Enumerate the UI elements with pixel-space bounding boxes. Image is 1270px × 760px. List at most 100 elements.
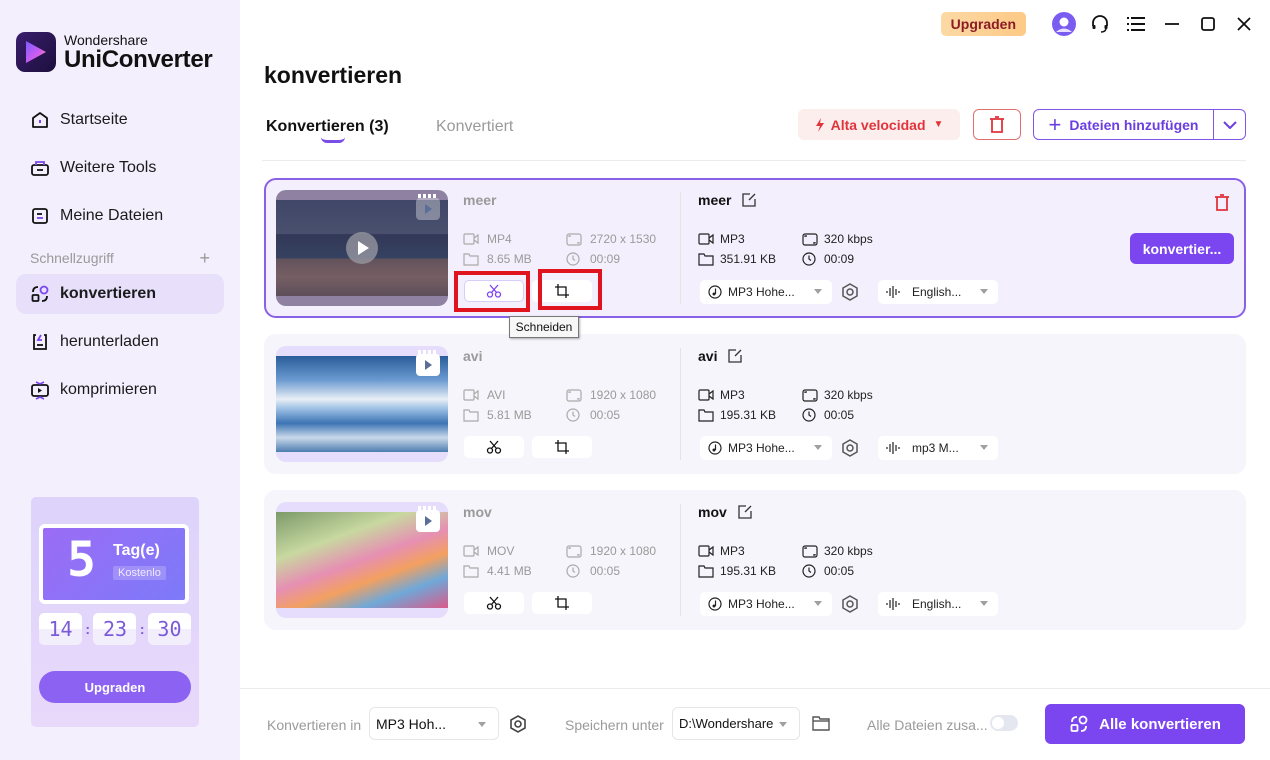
video-thumbnail[interactable] [276, 346, 448, 462]
page-title: konvertieren [264, 62, 403, 88]
rename-edit-icon[interactable] [741, 192, 757, 208]
file-card[interactable]: avi AVI 5.81 MB 1920 x 1080 00:05 avi MP… [264, 334, 1246, 474]
remove-file-trash-icon[interactable] [1214, 194, 1230, 217]
sidebar-item-my-files[interactable]: Meine Dateien [16, 196, 224, 236]
output-bitrate: 320 kbps [802, 544, 873, 558]
toolbox-icon [30, 158, 50, 178]
output-duration: 00:05 [802, 564, 854, 578]
brand-line2: UniConverter [64, 45, 213, 73]
card-divider [680, 348, 681, 460]
audio-track-select[interactable]: English... [878, 592, 998, 616]
crop-icon [555, 440, 569, 454]
convert-to-select[interactable]: MP3 Hoh... [369, 707, 499, 740]
sidebar-item-label: Meine Dateien [60, 207, 164, 224]
add-files-button[interactable]: + Dateien hinzufügen [1034, 110, 1213, 139]
add-quick-access-button[interactable]: + [199, 248, 210, 269]
open-folder-icon[interactable] [812, 715, 830, 736]
output-settings-gear-icon[interactable] [840, 438, 860, 458]
maximize-icon[interactable] [1196, 12, 1220, 36]
sidebar-item-compress[interactable]: komprimieren [16, 370, 224, 410]
folder-icon [463, 252, 479, 266]
output-duration: 00:09 [802, 252, 854, 266]
video-format-icon [463, 232, 479, 246]
caret-down-icon [814, 601, 822, 606]
convert-all-button[interactable]: Alle konvertieren [1045, 704, 1245, 744]
sidebar-item-download[interactable]: herunterladen [16, 322, 224, 362]
format-settings-gear-icon[interactable] [508, 714, 528, 739]
rename-edit-icon[interactable] [727, 348, 743, 364]
lightning-icon [815, 117, 825, 132]
tab-converted[interactable]: Konvertiert [436, 118, 513, 136]
trial-days-label: Tag(e) [113, 542, 160, 559]
crop-button[interactable] [532, 592, 592, 614]
support-headset-icon[interactable] [1088, 12, 1112, 36]
header-divider [262, 160, 1246, 161]
resolution-icon [566, 544, 582, 558]
sidebar-item-label: herunterladen [60, 333, 159, 350]
quick-access-label: Schnellzugriff [30, 250, 114, 266]
download-icon [30, 332, 50, 352]
trim-button[interactable] [464, 436, 524, 458]
card-divider [680, 192, 681, 304]
add-files-dropdown[interactable] [1213, 110, 1245, 139]
output-duration: 00:05 [802, 408, 854, 422]
source-resolution: 1920 x 1080 [566, 544, 656, 558]
video-format-icon [463, 388, 479, 402]
music-note-icon [708, 285, 722, 299]
rename-edit-icon[interactable] [737, 504, 753, 520]
crop-button[interactable] [532, 436, 592, 458]
video-clapper-icon [416, 194, 440, 220]
caret-down-icon [779, 722, 787, 727]
upgrade-button[interactable]: Upgraden [940, 12, 1026, 36]
audio-track-value: English... [912, 285, 962, 299]
sidebar-item-convert[interactable]: konvertieren [16, 274, 224, 314]
caret-down-icon [980, 289, 988, 294]
output-preset-select[interactable]: MP3 Hohe... [700, 280, 832, 304]
audio-track-select[interactable]: mp3 M... [878, 436, 998, 460]
video-thumbnail[interactable] [276, 190, 448, 306]
audio-track-select[interactable]: English... [878, 280, 998, 304]
save-to-select[interactable]: D:\Wondershare [672, 707, 800, 740]
trim-button[interactable] [464, 592, 524, 614]
convert-to-value: MP3 Hoh... [376, 715, 447, 732]
sidebar-item-home[interactable]: Startseite [16, 100, 224, 140]
output-preset-select[interactable]: MP3 Hohe... [700, 592, 832, 616]
video-clapper-icon [416, 506, 440, 532]
convert-file-button[interactable]: konvertier... [1130, 233, 1234, 264]
audio-track-value: mp3 M... [912, 441, 959, 455]
output-preset-select[interactable]: MP3 Hohe... [700, 436, 832, 460]
home-icon [30, 110, 50, 130]
file-card[interactable]: mov MOV 4.41 MB 1920 x 1080 00:05 mov MP… [264, 490, 1246, 630]
add-files-split-button: + Dateien hinzufügen [1033, 109, 1246, 140]
promo-upgrade-button[interactable]: Upgraden [39, 671, 191, 703]
audio-wave-icon [886, 442, 902, 454]
merge-files-toggle[interactable] [990, 715, 1018, 731]
music-note-icon [708, 441, 722, 455]
high-speed-dropdown[interactable]: Alta velocidad ▼ [798, 109, 960, 140]
chevron-down-icon [1222, 120, 1237, 129]
sidebar-item-label: Startseite [60, 111, 128, 128]
account-avatar-icon[interactable] [1052, 12, 1076, 36]
trial-promo-card: 5 Tag(e) Kostenlo 14 : 23 : 30 Upgraden [31, 497, 199, 727]
timer-seconds: 30 [147, 613, 191, 645]
highlight-crop-button [538, 269, 602, 310]
folder-icon [698, 252, 714, 266]
output-settings-gear-icon[interactable] [840, 594, 860, 614]
video-format-icon [698, 544, 714, 558]
output-file-name: avi [698, 348, 718, 364]
file-card[interactable]: meer MP4 8.65 MB 2720 x 1530 00:09 meer … [264, 178, 1246, 318]
menu-list-icon[interactable] [1124, 12, 1148, 36]
convert-icon [1070, 715, 1088, 732]
sidebar-item-more-tools[interactable]: Weitere Tools [16, 148, 224, 188]
close-icon[interactable] [1232, 12, 1256, 36]
output-settings-gear-icon[interactable] [840, 282, 860, 302]
video-format-icon [463, 544, 479, 558]
delete-all-button[interactable] [973, 109, 1021, 140]
play-icon[interactable] [346, 232, 378, 264]
trash-icon [989, 115, 1005, 134]
video-thumbnail[interactable] [276, 502, 448, 618]
resolution-icon [802, 388, 818, 402]
convert-all-label: Alle konvertieren [1099, 715, 1221, 733]
minimize-icon[interactable] [1160, 12, 1184, 36]
tab-converting[interactable]: Konvertieren (3) [266, 118, 389, 136]
